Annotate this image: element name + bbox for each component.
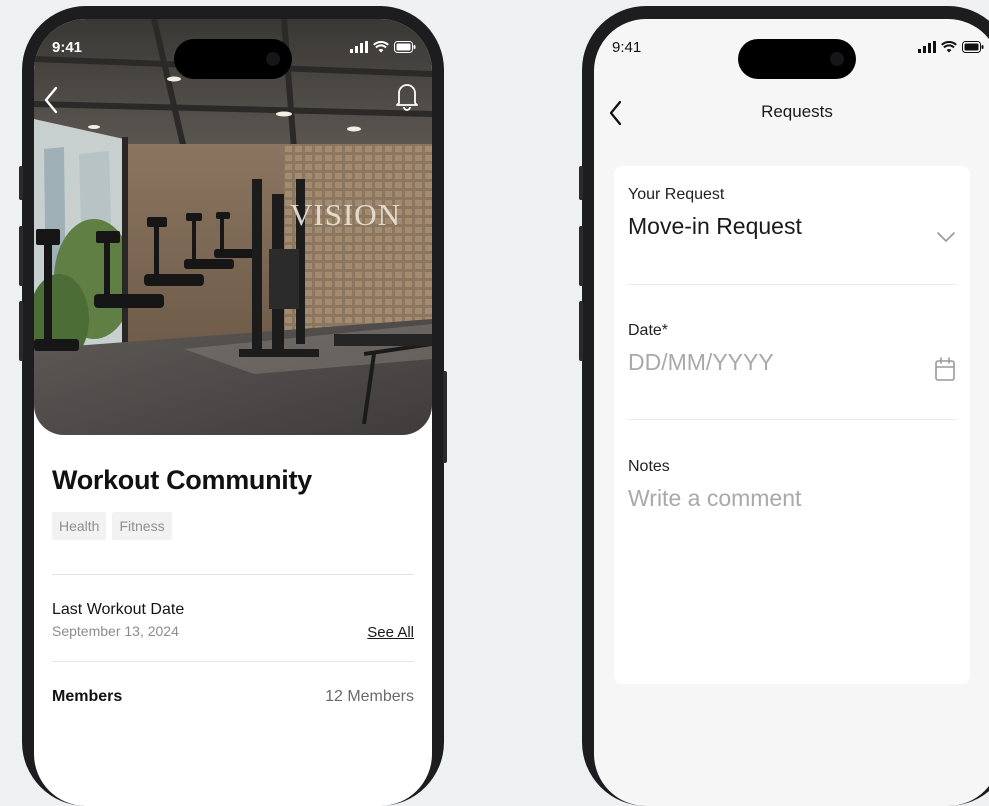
requests-screen: 9:41 Requests Your Request Move-in Reque… <box>594 19 989 806</box>
silent-switch <box>19 166 23 200</box>
notes-field[interactable]: Notes Write a comment <box>628 458 956 512</box>
request-type-value: Move-in Request <box>628 213 802 239</box>
date-input[interactable]: DD/MM/YYYY <box>628 349 956 376</box>
volume-down-button <box>579 301 583 361</box>
request-type-label: Your Request <box>628 186 725 203</box>
chevron-down-icon <box>937 232 955 242</box>
date-label: Date* <box>628 322 669 339</box>
last-workout-section: Last Workout Date September 13, 2024 See… <box>52 601 414 641</box>
left-phone: 9:41 VISION Workout Community Health Fit… <box>19 6 447 806</box>
members-section[interactable]: Members 12 Members <box>52 688 414 706</box>
gym-brand-sign: VISION <box>290 197 402 232</box>
last-workout-date: September 13, 2024 <box>52 623 179 639</box>
community-screen: 9:41 VISION Workout Community Health Fit… <box>34 19 432 806</box>
community-details: Workout Community Health Fitness Last Wo… <box>52 465 414 706</box>
field-divider <box>628 284 956 285</box>
divider <box>52 661 414 662</box>
dropdown-toggle[interactable] <box>936 230 956 248</box>
members-count: 12 Members <box>325 688 414 705</box>
battery-icon <box>394 41 416 53</box>
cellular-signal-icon <box>918 41 936 53</box>
status-time: 9:41 <box>612 38 642 56</box>
community-title: Workout Community <box>52 465 312 495</box>
tag-health[interactable]: Health <box>52 512 107 540</box>
power-button <box>443 371 447 463</box>
volume-up-button <box>579 226 583 286</box>
last-workout-label: Last Workout Date <box>52 601 185 618</box>
dynamic-island <box>738 39 856 79</box>
date-field[interactable]: Date* DD/MM/YYYY <box>628 322 956 381</box>
calendar-button[interactable] <box>934 356 956 387</box>
chevron-left-icon <box>44 86 58 114</box>
notification-button[interactable] <box>396 81 418 116</box>
dynamic-island <box>174 39 292 79</box>
request-type-select[interactable]: Your Request Move-in Request <box>628 186 956 242</box>
status-time: 9:41 <box>52 38 83 56</box>
members-label: Members <box>52 688 123 705</box>
notes-input[interactable]: Write a comment <box>628 485 956 512</box>
wifi-icon <box>373 41 389 53</box>
divider <box>52 574 414 575</box>
tag-fitness[interactable]: Fitness <box>112 512 172 540</box>
field-divider <box>628 419 956 420</box>
back-button[interactable] <box>42 85 60 120</box>
page-title: Requests <box>761 102 833 121</box>
notes-label: Notes <box>628 458 670 475</box>
see-all-link[interactable]: See All <box>367 624 414 641</box>
volume-up-button <box>19 226 23 286</box>
right-phone: 9:41 Requests Your Request Move-in Reque… <box>579 6 989 806</box>
request-form: Your Request Move-in Request Date* DD/MM… <box>614 166 970 684</box>
battery-icon <box>962 41 984 53</box>
wifi-icon <box>941 41 957 53</box>
calendar-icon <box>935 357 955 381</box>
silent-switch <box>579 166 583 200</box>
volume-down-button <box>19 301 23 361</box>
bell-icon <box>396 84 418 111</box>
tag-list: Health Fitness <box>52 512 414 540</box>
cellular-signal-icon <box>350 41 368 53</box>
